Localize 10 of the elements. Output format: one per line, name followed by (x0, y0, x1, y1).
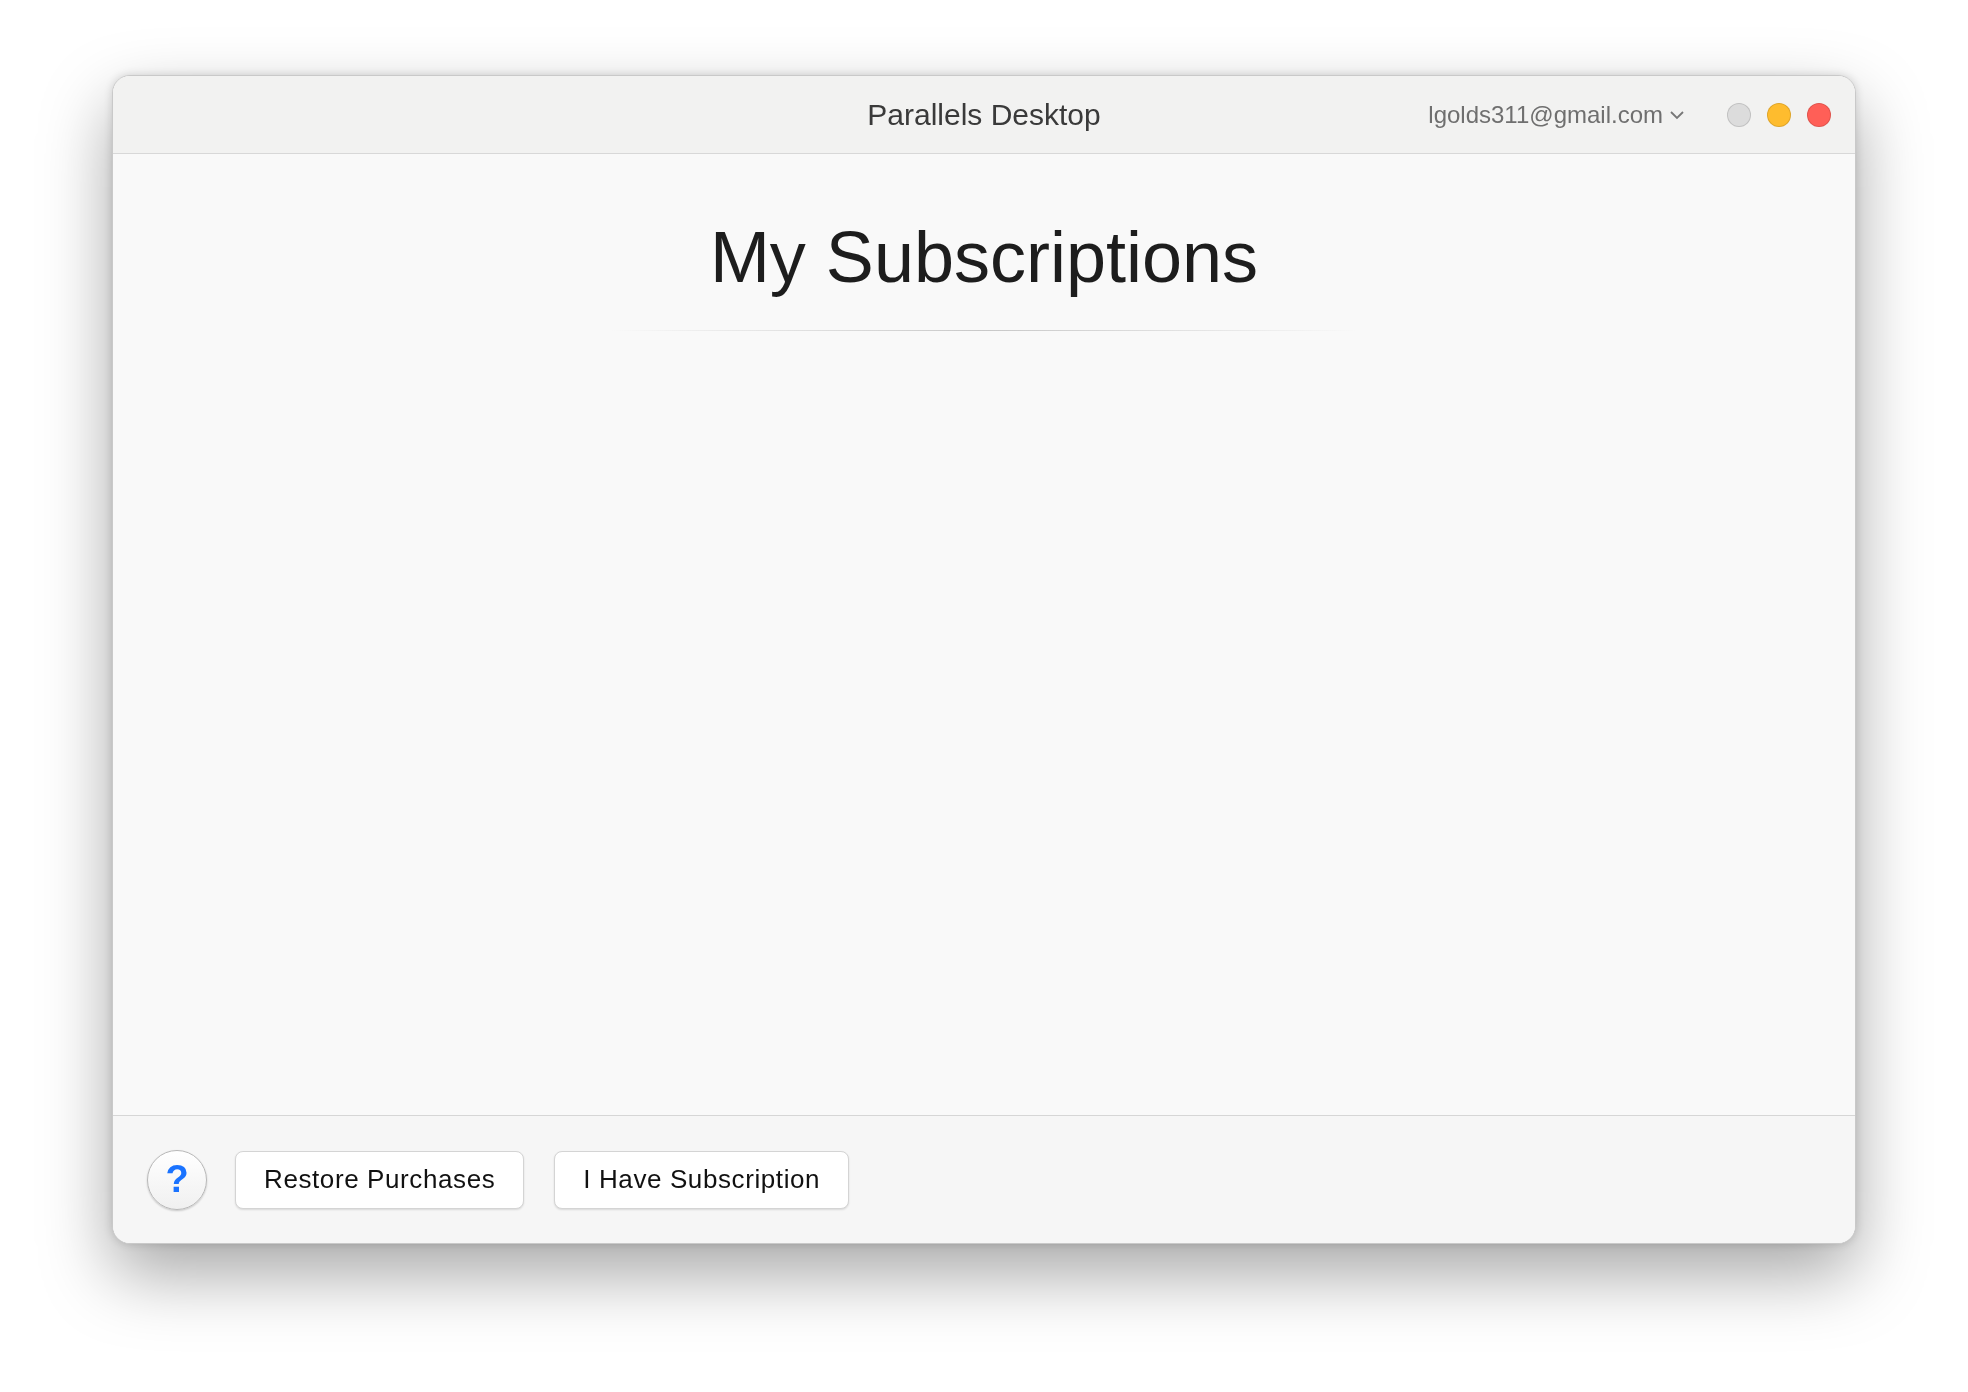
action-button[interactable]: I Have Subscription (554, 1150, 850, 1209)
account-menu[interactable]: lgolds311@gmail.com (1428, 100, 1685, 129)
action-button[interactable]: Restore Purchases (235, 1150, 525, 1209)
window-control-button[interactable] (1767, 102, 1791, 127)
window-control-button[interactable] (1727, 102, 1751, 127)
window-control-button[interactable] (1807, 102, 1831, 127)
window-title: Parallels Desktop (867, 97, 1101, 132)
page-heading: My Subscriptions (709, 216, 1259, 299)
caret-icon (1669, 109, 1685, 120)
help-button[interactable]: ? (147, 1149, 207, 1210)
